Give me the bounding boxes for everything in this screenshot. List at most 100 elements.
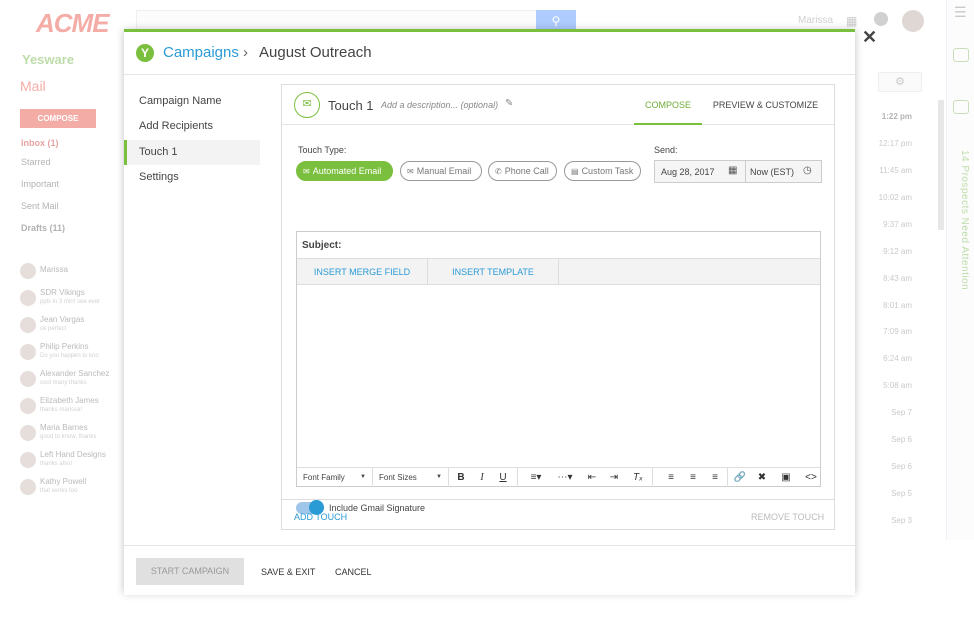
remove-touch-button[interactable]: REMOVE TOUCH bbox=[751, 512, 824, 522]
prospects-attention-label[interactable]: 14 Prospects Need Attention bbox=[950, 150, 970, 300]
align-center-icon[interactable]: ≡ bbox=[683, 468, 703, 487]
font-family-select[interactable]: Font Family ▼ bbox=[297, 468, 373, 487]
chat-contact-name: Jean Vargas bbox=[40, 315, 85, 324]
divider bbox=[281, 499, 835, 500]
step-settings[interactable]: Settings bbox=[124, 165, 260, 190]
chat-contact-status: that works too bbox=[40, 488, 78, 494]
divider bbox=[745, 161, 746, 182]
chat-contact[interactable]: Philip Perkins Do you happen to kno bbox=[20, 342, 120, 366]
nav-sent[interactable]: Sent Mail bbox=[21, 201, 59, 211]
avatar bbox=[20, 479, 36, 495]
nav-important[interactable]: Important bbox=[21, 179, 59, 189]
cloud-icon[interactable] bbox=[953, 48, 969, 62]
chat-contact[interactable]: Maria Barnes good to know, thanks bbox=[20, 423, 120, 447]
divider bbox=[727, 468, 728, 487]
chat-contact-status: ok perfect bbox=[40, 326, 67, 332]
touch-description-input[interactable]: Add a description... (optional) bbox=[381, 100, 498, 110]
save-exit-button[interactable]: SAVE & EXIT bbox=[261, 567, 315, 577]
type-label: Automated Email bbox=[312, 166, 382, 176]
align-right-icon[interactable]: ≡ bbox=[705, 468, 725, 487]
chat-contact-status: cool many thanks bbox=[40, 380, 87, 386]
format-toolbar: Font Family ▼ Font Sizes ▼ B I U ≡▾ ⋯▾ ⇤ ⇥… bbox=[297, 467, 821, 487]
mail-time: 6:24 am bbox=[883, 354, 912, 363]
pencil-icon[interactable]: ✎ bbox=[505, 98, 513, 109]
touch-card-header: ✉ Touch 1 Add a description... (optional… bbox=[282, 85, 834, 125]
clock-icon[interactable]: ◷ bbox=[803, 165, 812, 176]
account-avatar[interactable] bbox=[902, 10, 924, 32]
type-automated-email[interactable]: ✉ Automated Email bbox=[296, 161, 393, 181]
email-body-input[interactable] bbox=[297, 286, 820, 467]
gmail-compose-button[interactable]: COMPOSE bbox=[20, 109, 96, 128]
tab-preview-customize[interactable]: PREVIEW & CUSTOMIZE bbox=[708, 85, 823, 125]
ordered-list-icon[interactable]: ≡▾ bbox=[523, 468, 549, 487]
page-title: August Outreach bbox=[259, 44, 372, 61]
clear-format-icon[interactable]: Tₓ bbox=[628, 468, 648, 487]
image-icon[interactable]: ▣ bbox=[776, 468, 796, 487]
chat-self-name: Marissa bbox=[40, 265, 69, 274]
chat-self[interactable]: Marissa bbox=[20, 261, 120, 285]
mail-time: Sep 6 bbox=[891, 435, 912, 444]
mail-time: Sep 6 bbox=[891, 462, 912, 471]
avatar bbox=[20, 344, 36, 360]
touch-type-label: Touch Type: bbox=[298, 145, 347, 155]
nav-drafts[interactable]: Drafts (11) bbox=[21, 223, 65, 233]
chat-contact[interactable]: Elizabeth James thanks marissa! bbox=[20, 396, 120, 420]
indent-icon[interactable]: ⇥ bbox=[604, 468, 624, 487]
link-icon[interactable]: 🔗 bbox=[730, 468, 750, 487]
chat-icon[interactable] bbox=[953, 100, 969, 114]
mail-time: 12:17 pm bbox=[878, 139, 912, 148]
insert-merge-field-button[interactable]: INSERT MERGE FIELD bbox=[297, 259, 428, 285]
nav-inbox[interactable]: Inbox (1) bbox=[21, 138, 59, 148]
chat-contact[interactable]: Jean Vargas ok perfect bbox=[20, 315, 120, 339]
yesware-icon: Y bbox=[136, 44, 154, 62]
font-sizes-select[interactable]: Font Sizes ▼ bbox=[373, 468, 449, 487]
touch-card: ✉ Touch 1 Add a description... (optional… bbox=[281, 84, 835, 530]
divider bbox=[652, 468, 653, 487]
start-campaign-button[interactable]: START CAMPAIGN bbox=[136, 558, 244, 585]
chat-contact-status: ppls in 3 min! see ever bbox=[40, 299, 101, 305]
mail-time: 10:02 am bbox=[878, 193, 912, 202]
underline-icon[interactable]: U bbox=[493, 468, 513, 487]
yesware-logo[interactable]: Yesware bbox=[22, 52, 74, 67]
step-add-recipients[interactable]: Add Recipients bbox=[124, 114, 260, 139]
insert-template-button[interactable]: INSERT TEMPLATE bbox=[428, 259, 559, 285]
touch-title: Touch 1 bbox=[328, 98, 374, 113]
bullet-list-icon[interactable]: ⋯▾ bbox=[552, 468, 578, 487]
scrollbar[interactable] bbox=[938, 100, 944, 230]
mail-dropdown[interactable]: Mail bbox=[20, 78, 46, 94]
mail-time: 11:45 am bbox=[879, 166, 912, 175]
chat-contact[interactable]: Left Hand Designs thanks also! bbox=[20, 450, 120, 474]
type-phone-call[interactable]: ✆ Phone Call bbox=[488, 161, 557, 181]
notifications-icon[interactable] bbox=[874, 12, 888, 26]
avatar bbox=[20, 425, 36, 441]
menu-icon[interactable]: ☰ bbox=[954, 4, 967, 21]
send-date-input[interactable]: Aug 28, 2017 bbox=[661, 167, 715, 177]
breadcrumb-campaigns-link[interactable]: Campaigns bbox=[163, 44, 239, 61]
bold-icon[interactable]: B bbox=[451, 468, 471, 487]
close-icon[interactable]: ✕ bbox=[862, 27, 877, 48]
italic-icon[interactable]: I bbox=[472, 468, 492, 487]
step-touch-1[interactable]: Touch 1 bbox=[124, 140, 260, 165]
chat-contact[interactable]: Alexander Sanchez cool many thanks bbox=[20, 369, 120, 393]
chat-contact[interactable]: Kathy Powell that works too bbox=[20, 477, 120, 501]
nav-starred[interactable]: Starred bbox=[21, 157, 51, 167]
unlink-icon[interactable]: ✖ bbox=[752, 468, 772, 487]
outdent-icon[interactable]: ⇤ bbox=[582, 468, 602, 487]
step-campaign-name[interactable]: Campaign Name bbox=[124, 89, 260, 114]
send-time-input[interactable]: Now (EST) bbox=[750, 167, 794, 177]
calendar-icon[interactable]: ▦ bbox=[728, 165, 737, 176]
subject-field[interactable]: Subject: bbox=[297, 232, 820, 259]
add-touch-button[interactable]: ADD TOUCH bbox=[294, 512, 347, 522]
tab-compose[interactable]: COMPOSE bbox=[634, 85, 702, 125]
chat-contact-name: Philip Perkins bbox=[40, 342, 89, 351]
chat-contact[interactable]: SDR Vikings ppls in 3 min! see ever bbox=[20, 288, 120, 312]
cancel-button[interactable]: CANCEL bbox=[335, 567, 372, 577]
type-manual-email[interactable]: ✉ Manual Email bbox=[400, 161, 482, 181]
gmail-settings-button[interactable]: ⚙ bbox=[878, 72, 922, 92]
align-left-icon[interactable]: ≡ bbox=[661, 468, 681, 487]
type-custom-task[interactable]: ▤ Custom Task bbox=[564, 161, 641, 181]
code-icon[interactable]: <> bbox=[801, 468, 821, 487]
apps-grid-icon[interactable]: ▦ bbox=[846, 14, 857, 28]
task-icon: ▤ bbox=[571, 167, 579, 176]
chat-contact-status: thanks also! bbox=[40, 461, 73, 467]
